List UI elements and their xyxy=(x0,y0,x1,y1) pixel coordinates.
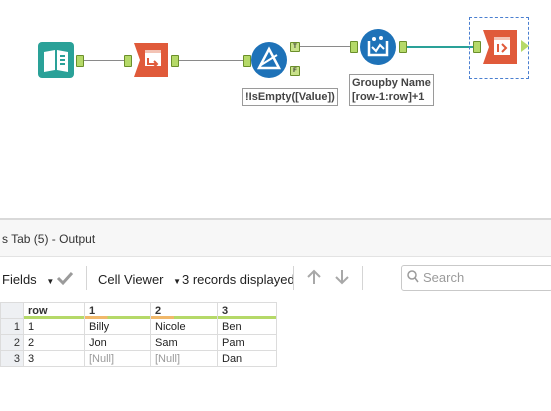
table-cell[interactable]: Ben xyxy=(217,318,277,335)
summarize-input-anchor[interactable] xyxy=(350,41,358,53)
table-cell[interactable]: Dan xyxy=(217,350,277,367)
table-row[interactable]: 3 3 [Null] [Null] Dan xyxy=(0,350,277,367)
connection-line[interactable] xyxy=(407,46,473,48)
grid-header-row: row 1 2 3 xyxy=(0,302,277,319)
column-header[interactable]: 2 xyxy=(150,302,218,319)
table-cell-null[interactable]: [Null] xyxy=(84,350,151,367)
column-header[interactable]: 3 xyxy=(217,302,277,319)
search-placeholder: Search xyxy=(423,270,465,285)
row-number: 1 xyxy=(0,318,24,335)
cell-viewer-button[interactable]: Cell Viewer ▼ xyxy=(98,272,181,287)
workflow-canvas[interactable]: T F !IsEmpty([Value]) Groupby Name [row-… xyxy=(0,0,551,218)
filter-annotation[interactable]: !IsEmpty([Value]) xyxy=(242,88,338,106)
checkmark-icon[interactable] xyxy=(56,270,74,289)
input-data-tool[interactable] xyxy=(37,41,75,79)
table-cell[interactable]: 1 xyxy=(23,318,85,335)
table-cell[interactable]: Jon xyxy=(84,334,151,351)
table-cell[interactable]: Sam xyxy=(150,334,218,351)
table-row[interactable]: 2 2 Jon Sam Pam xyxy=(0,334,277,351)
transpose-tool[interactable] xyxy=(132,41,170,79)
table-cell-null[interactable]: [Null] xyxy=(150,350,218,367)
toolbar-divider xyxy=(86,266,87,290)
results-grid: row 1 2 3 1 1 Billy Nicole Ben 2 2 Jon S… xyxy=(0,302,277,367)
table-cell[interactable]: 3 xyxy=(23,350,85,367)
arrow-up-icon[interactable] xyxy=(305,268,323,289)
filter-tool[interactable] xyxy=(250,41,288,79)
filter-true-anchor[interactable]: T xyxy=(290,42,300,52)
table-cell[interactable]: 2 xyxy=(23,334,85,351)
table-cell[interactable]: Billy xyxy=(84,318,151,335)
chevron-down-icon: ▼ xyxy=(173,277,182,286)
fields-button[interactable]: Fields ▼ xyxy=(2,272,54,287)
toolbar-divider xyxy=(362,266,363,290)
toolbar-divider xyxy=(293,266,294,290)
book-icon xyxy=(38,42,74,78)
connection-line[interactable] xyxy=(300,46,350,47)
column-header[interactable]: row xyxy=(23,302,85,319)
table-cell[interactable]: Pam xyxy=(217,334,277,351)
connection-line[interactable] xyxy=(84,60,124,61)
filter-icon xyxy=(251,42,287,78)
summarize-tool[interactable] xyxy=(359,28,397,66)
filter-false-anchor[interactable]: F xyxy=(290,66,300,76)
records-count: 3 records displayed xyxy=(182,272,295,287)
crosstab-icon xyxy=(483,30,517,64)
table-cell[interactable]: Nicole xyxy=(150,318,218,335)
transpose-output-anchor[interactable] xyxy=(171,55,179,67)
row-number-header xyxy=(0,302,24,319)
input-output-anchor[interactable] xyxy=(76,55,84,67)
summarize-annotation[interactable]: Groupby Name [row-1:row]+1 xyxy=(349,74,434,106)
arrow-down-icon[interactable] xyxy=(333,268,351,289)
column-header[interactable]: 1 xyxy=(84,302,151,319)
search-icon xyxy=(407,270,419,286)
summarize-output-anchor[interactable] xyxy=(399,41,407,53)
row-number: 3 xyxy=(0,350,24,367)
crosstab-output-anchor[interactable] xyxy=(521,40,529,52)
transpose-input-anchor[interactable] xyxy=(124,55,132,67)
output-title: s Tab (5) - Output xyxy=(2,232,96,246)
fields-label: Fields xyxy=(2,272,37,287)
summarize-icon xyxy=(360,29,396,65)
crosstab-tool[interactable] xyxy=(481,28,519,66)
crosstab-input-anchor[interactable] xyxy=(473,41,481,53)
annotation-line: Groupby Name xyxy=(352,77,431,89)
connection-line[interactable] xyxy=(179,60,243,61)
chevron-down-icon: ▼ xyxy=(46,277,55,286)
cell-viewer-label: Cell Viewer xyxy=(98,272,164,287)
table-row[interactable]: 1 1 Billy Nicole Ben xyxy=(0,318,277,335)
transpose-icon xyxy=(134,43,168,77)
row-number: 2 xyxy=(0,334,24,351)
annotation-line: [row-1:row]+1 xyxy=(352,91,425,103)
